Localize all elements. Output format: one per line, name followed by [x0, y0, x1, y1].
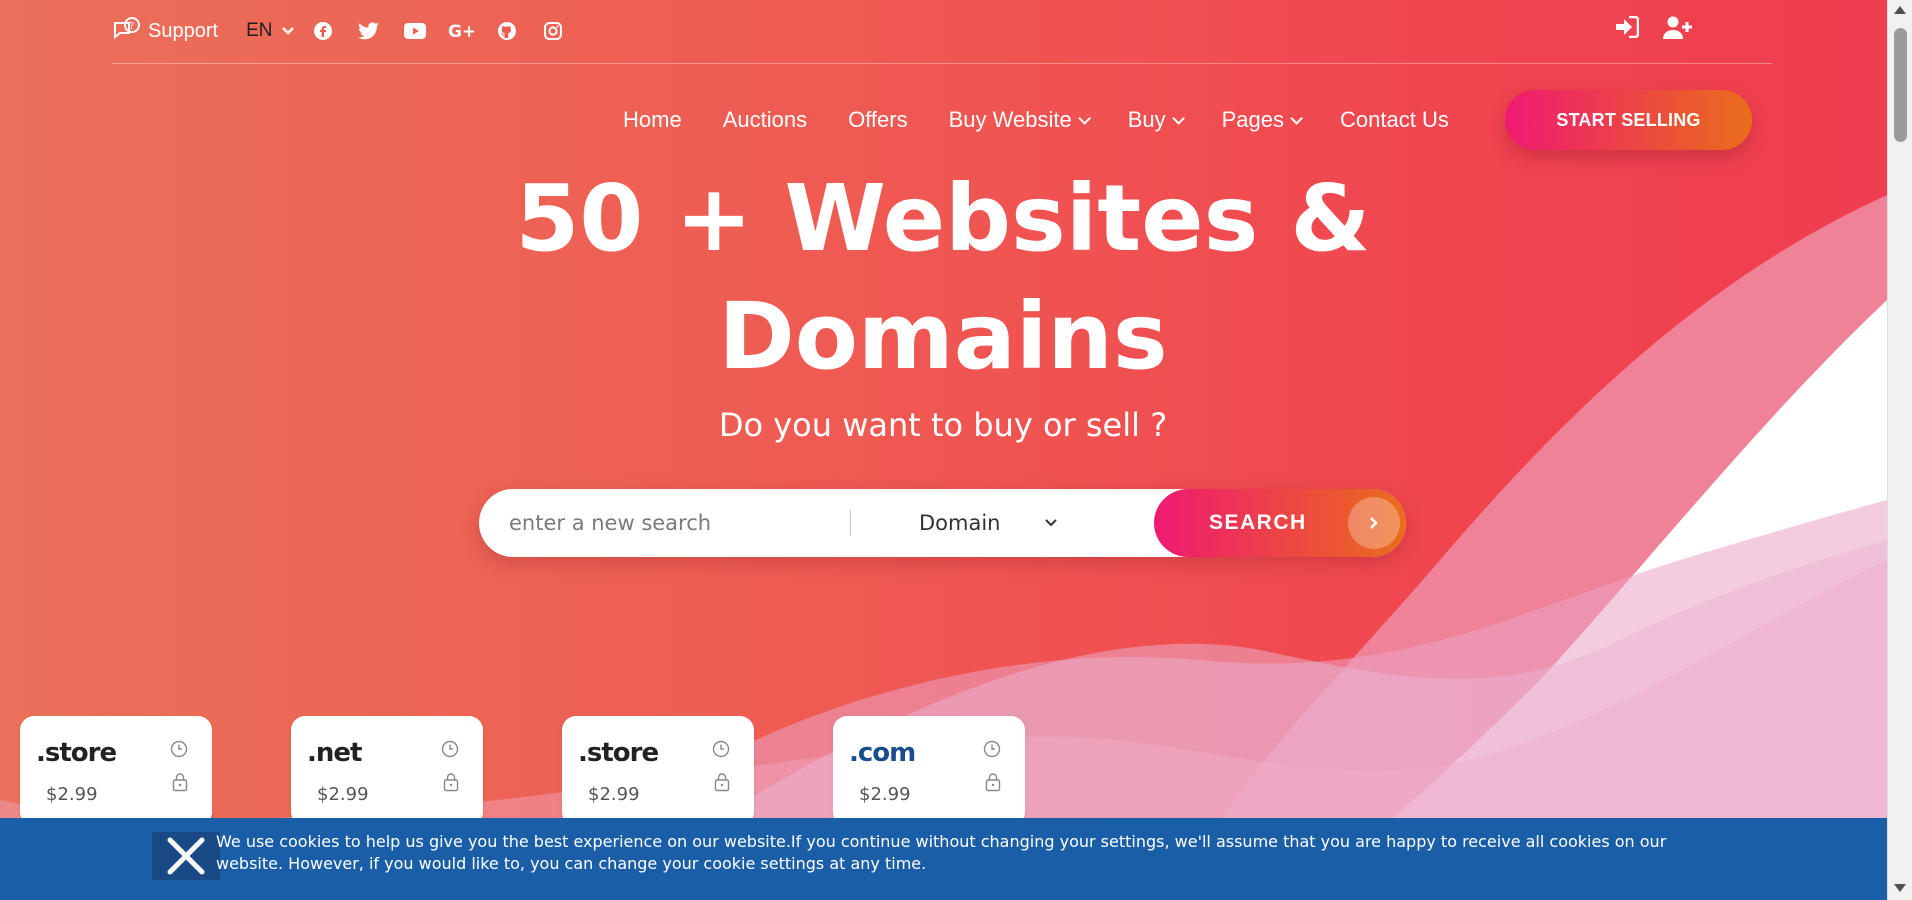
facebook-icon[interactable] — [310, 18, 336, 44]
twitter-icon[interactable] — [356, 18, 382, 44]
search-button-label: SEARCH — [1209, 511, 1307, 534]
nav-item-auctions[interactable]: Auctions — [723, 107, 807, 133]
domain-tld-logo: .store — [578, 738, 659, 768]
page-scrollbar[interactable] — [1887, 0, 1912, 900]
nav-item-buy-website[interactable]: Buy Website — [948, 107, 1091, 133]
scroll-up-arrow-icon[interactable] — [1894, 6, 1906, 14]
google-plus-icon[interactable]: G+ — [448, 18, 474, 44]
domain-price: $2.99 — [588, 784, 640, 805]
start-selling-button[interactable]: START SELLING — [1505, 90, 1752, 150]
chevron-down-icon — [282, 27, 295, 35]
topbar-divider — [112, 63, 1772, 64]
domain-card[interactable]: .store $2.99 — [20, 716, 212, 826]
scroll-down-arrow-icon[interactable] — [1894, 884, 1906, 892]
clock-icon — [983, 740, 1001, 758]
domain-price: $2.99 — [859, 784, 911, 805]
cookie-banner: We use cookies to help us give you the b… — [0, 818, 1887, 900]
nav-item-buy[interactable]: Buy — [1127, 107, 1185, 133]
chevron-down-icon — [1171, 111, 1185, 125]
hero-subline: Do you want to buy or sell ? — [718, 406, 1168, 444]
svg-text:G+: G+ — [448, 22, 474, 40]
headline-line-1: 50 + Websites & — [515, 165, 1371, 272]
user-plus-icon[interactable] — [1663, 16, 1693, 40]
nav-item-offers[interactable]: Offers — [848, 107, 908, 133]
lock-icon — [985, 773, 1001, 792]
clock-icon — [441, 740, 459, 758]
language-selector[interactable]: EN — [246, 20, 295, 42]
search-bar: Domain SEARCH — [479, 489, 1406, 557]
nav-item-pages[interactable]: Pages — [1221, 107, 1304, 133]
nav-label: Auctions — [722, 107, 808, 132]
search-type-select[interactable]: Domain — [919, 489, 1057, 557]
sign-in-icon[interactable] — [1615, 16, 1639, 40]
nav-label: Buy Website — [948, 107, 1072, 132]
lock-icon — [714, 773, 730, 792]
chevron-down-icon — [1077, 111, 1091, 125]
domain-tld-logo: .com — [849, 738, 916, 768]
domain-card[interactable]: .net $2.99 — [291, 716, 483, 826]
support-label: Support — [148, 19, 219, 42]
select-value: Domain — [919, 511, 1001, 535]
scroll-thumb[interactable] — [1894, 28, 1907, 142]
domain-card[interactable]: .store $2.99 — [562, 716, 754, 826]
clock-icon — [170, 740, 188, 758]
chevron-right-icon — [1348, 497, 1400, 549]
domain-tld-logo: .store — [36, 738, 117, 768]
nav-label: Pages — [1221, 107, 1285, 132]
nav-item-contact-us[interactable]: Contact Us — [1340, 107, 1449, 133]
language-label: EN — [246, 20, 273, 41]
clock-icon — [712, 740, 730, 758]
support-chat-icon: ? — [114, 17, 140, 40]
search-input[interactable] — [509, 489, 809, 557]
lock-icon — [172, 773, 188, 792]
hero-section: ? Support EN G+ Home Auctions Offers Buy… — [0, 0, 1887, 900]
nav-label: Buy — [1127, 107, 1166, 132]
nav-label: Contact Us — [1340, 107, 1449, 132]
github-icon[interactable] — [494, 18, 520, 44]
instagram-icon[interactable] — [540, 18, 566, 44]
nav-label: Home — [623, 107, 682, 132]
search-button[interactable]: SEARCH — [1154, 489, 1406, 557]
support-link[interactable]: ? Support — [112, 17, 218, 45]
cookie-message: We use cookies to help us give you the b… — [216, 832, 1667, 873]
nav-item-home[interactable]: Home — [623, 107, 682, 133]
social-links: G+ — [310, 18, 586, 44]
account-actions — [1591, 16, 1693, 40]
close-icon[interactable] — [152, 832, 220, 880]
youtube-icon[interactable] — [402, 18, 428, 44]
search-divider — [850, 510, 851, 536]
chevron-down-icon — [1290, 111, 1304, 125]
domain-card[interactable]: .com $2.99 — [833, 716, 1025, 826]
domain-cards: .store $2.99 .net $2.99 .store $2.99 .co… — [20, 716, 1104, 826]
chevron-down-icon — [1044, 519, 1057, 527]
headline-line-2: Domains — [718, 283, 1168, 390]
domain-tld-logo: .net — [307, 738, 362, 768]
svg-text:?: ? — [129, 21, 134, 32]
nav-label: Offers — [848, 107, 908, 132]
hero-headline: 50 + Websites & Domains — [443, 160, 1443, 396]
domain-price: $2.99 — [46, 784, 98, 805]
domain-price: $2.99 — [317, 784, 369, 805]
top-bar: ? Support EN G+ — [112, 14, 586, 48]
main-nav: Home Auctions Offers Buy Website Buy Pag… — [623, 90, 1490, 150]
lock-icon — [443, 773, 459, 792]
